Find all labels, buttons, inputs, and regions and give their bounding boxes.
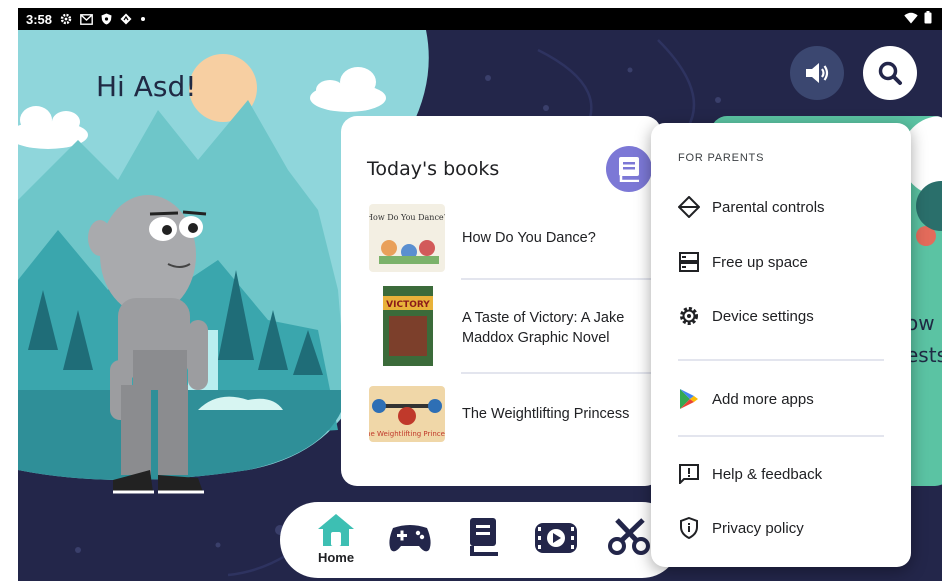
nav-videos[interactable] <box>532 512 580 568</box>
book-cover: The Weightlifting Princess <box>369 386 445 442</box>
bottom-nav: Home <box>280 502 680 578</box>
menu-item-label: Free up space <box>712 253 808 271</box>
storage-icon <box>677 250 701 274</box>
book-cover-text: The Weightlifting Princess <box>369 430 445 438</box>
book-title: The Weightlifting Princess <box>462 406 630 422</box>
status-time: 3:58 <box>26 11 53 27</box>
dot-icon <box>141 17 146 21</box>
book-title: A Taste of Victory: A Jake Maddox Graphi… <box>462 310 625 346</box>
menu-separator <box>678 359 884 361</box>
gear-icon <box>60 13 72 25</box>
nav-create[interactable] <box>606 512 654 568</box>
parents-menu: FOR PARENTS Parental controls Free up sp… <box>651 123 911 567</box>
app-screen: 3:58 Hi Asd! ow ests Today's books How D… <box>18 8 942 581</box>
menu-item-help-feedback[interactable]: Help & feedback <box>651 452 911 496</box>
menu-item-label: Parental controls <box>712 198 825 216</box>
status-bar: 3:58 <box>18 8 942 30</box>
book-icon <box>619 157 639 182</box>
nav-books[interactable] <box>460 512 508 568</box>
peek-card-line2: ests <box>906 343 942 367</box>
diamond-icon <box>677 195 701 219</box>
book-cover: VICTORY <box>383 286 433 366</box>
book-item[interactable]: VICTORY A Taste of Victory: A Jake Maddo… <box>369 286 661 366</box>
settings-gear-icon <box>677 304 701 328</box>
feedback-icon <box>677 462 701 486</box>
gamepad-icon <box>389 525 431 552</box>
menu-item-device-settings[interactable]: Device settings <box>651 294 911 338</box>
privacy-shield-icon <box>677 516 701 540</box>
menu-item-label: Add more apps <box>712 390 814 408</box>
nav-games[interactable] <box>386 512 434 568</box>
menu-item-add-more-apps[interactable]: Add more apps <box>651 377 911 421</box>
todays-books-card: Today's books How Do You Dance? How Do Y… <box>341 116 661 486</box>
menu-item-label: Privacy policy <box>712 519 804 537</box>
book-cover-text: How Do You Dance? <box>369 213 445 222</box>
greeting-text: Hi Asd! <box>96 70 197 103</box>
book-cover: How Do You Dance? <box>369 204 445 272</box>
battery-icon <box>924 11 932 24</box>
play-store-icon <box>677 387 701 411</box>
book-cover-text: VICTORY <box>386 300 430 310</box>
books-card-title: Today's books <box>367 158 500 180</box>
shield-icon <box>101 13 112 25</box>
nav-home-label: Home <box>317 550 355 565</box>
books-divider <box>461 278 661 280</box>
search-button[interactable] <box>863 46 917 100</box>
books-divider <box>461 372 661 374</box>
book-icon <box>470 518 498 556</box>
book-item[interactable]: How Do You Dance? How Do You Dance? <box>369 204 661 284</box>
menu-item-privacy-policy[interactable]: Privacy policy <box>651 506 911 550</box>
search-icon <box>878 61 902 85</box>
menu-item-parental-controls[interactable]: Parental controls <box>651 185 911 229</box>
menu-header: FOR PARENTS <box>678 152 765 164</box>
home-icon <box>318 514 354 546</box>
wifi-icon <box>904 12 918 23</box>
menu-separator <box>678 435 884 437</box>
video-icon <box>535 523 577 553</box>
book-item[interactable]: The Weightlifting Princess The Weightlif… <box>369 386 661 466</box>
books-open-button[interactable] <box>606 146 652 192</box>
menu-item-label: Help & feedback <box>712 465 823 483</box>
menu-item-label: Device settings <box>712 307 814 325</box>
sound-button[interactable] <box>790 46 844 100</box>
gmail-icon <box>80 13 93 25</box>
scissors-icon <box>608 518 650 555</box>
menu-item-free-up-space[interactable]: Free up space <box>651 240 911 284</box>
location-icon <box>120 13 132 25</box>
volume-icon <box>806 63 829 83</box>
nav-home[interactable]: Home <box>312 512 360 568</box>
book-title: How Do You Dance? <box>462 230 596 246</box>
